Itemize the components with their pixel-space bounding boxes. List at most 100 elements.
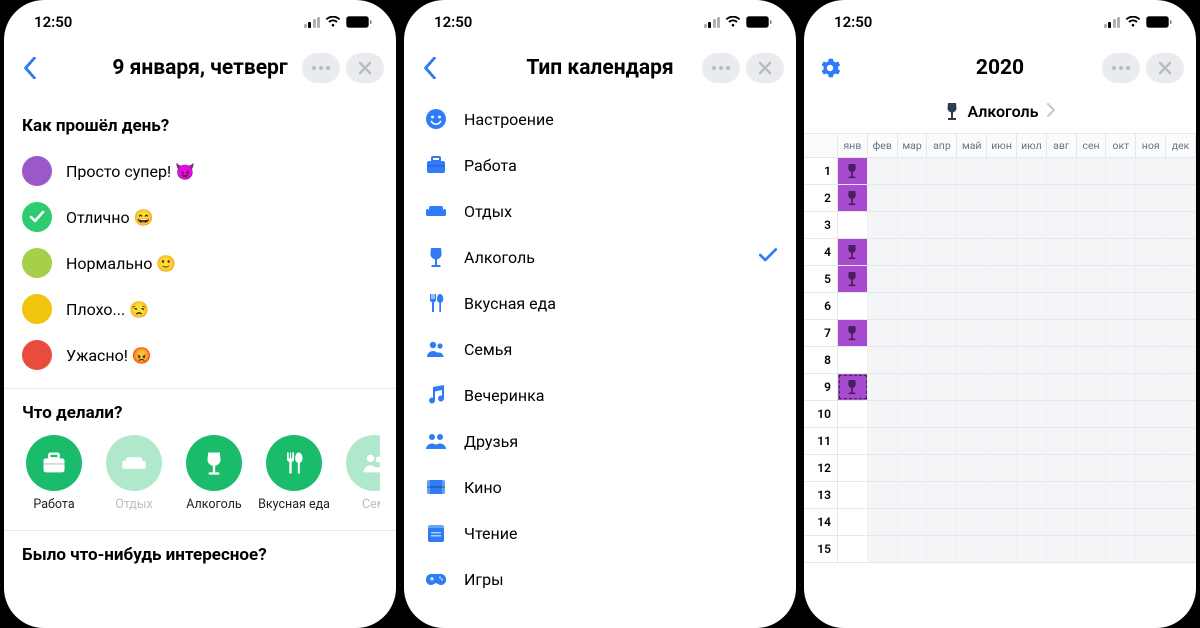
category-row[interactable]: Семья — [420, 326, 780, 372]
category-row[interactable]: Игры — [420, 556, 780, 602]
activity-item[interactable]: Отдых — [100, 435, 168, 512]
grid-cell[interactable] — [957, 509, 987, 535]
more-button[interactable] — [302, 53, 340, 83]
grid-cell[interactable] — [957, 239, 987, 265]
grid-cell[interactable] — [1106, 401, 1136, 427]
mood-option[interactable]: Ужасно! 😡 — [20, 332, 380, 378]
grid-cell[interactable] — [1136, 212, 1166, 238]
category-row[interactable]: Алкоголь — [420, 234, 780, 280]
grid-cell[interactable] — [838, 293, 868, 319]
grid-cell[interactable] — [868, 185, 898, 211]
category-row[interactable]: Вкусная еда — [420, 280, 780, 326]
grid-cell[interactable] — [927, 239, 957, 265]
grid-cell[interactable] — [1136, 239, 1166, 265]
grid-cell[interactable] — [838, 482, 868, 508]
grid-cell[interactable] — [1166, 401, 1196, 427]
grid-cell[interactable] — [1136, 509, 1166, 535]
grid-cell[interactable] — [927, 428, 957, 454]
grid-cell[interactable] — [1077, 509, 1107, 535]
grid-cell[interactable] — [1077, 158, 1107, 184]
grid-cell[interactable] — [987, 536, 1017, 562]
grid-cell[interactable] — [898, 428, 928, 454]
grid-cell[interactable] — [898, 401, 928, 427]
grid-cell[interactable] — [987, 509, 1017, 535]
grid-cell[interactable] — [1077, 347, 1107, 373]
grid-cell[interactable] — [1017, 158, 1047, 184]
grid-cell[interactable] — [987, 428, 1017, 454]
grid-cell[interactable] — [1136, 536, 1166, 562]
grid-cell[interactable] — [927, 347, 957, 373]
grid-cell[interactable] — [1017, 293, 1047, 319]
activity-item[interactable]: Алкоголь — [180, 435, 248, 512]
grid-cell[interactable] — [898, 158, 928, 184]
grid-cell[interactable] — [1077, 374, 1107, 400]
grid-cell[interactable] — [1166, 428, 1196, 454]
grid-cell[interactable] — [987, 266, 1017, 292]
grid-cell[interactable] — [1077, 320, 1107, 346]
grid-cell[interactable] — [1077, 482, 1107, 508]
grid-cell[interactable] — [987, 293, 1017, 319]
grid-cell[interactable] — [898, 239, 928, 265]
grid-cell[interactable] — [1106, 374, 1136, 400]
grid-cell[interactable] — [1047, 482, 1077, 508]
mood-option[interactable]: Нормально 🙂 — [20, 240, 380, 286]
grid-cell[interactable] — [1047, 455, 1077, 481]
grid-cell[interactable] — [957, 428, 987, 454]
grid-cell[interactable] — [957, 536, 987, 562]
category-row[interactable]: Друзья — [420, 418, 780, 464]
grid-cell[interactable] — [1017, 212, 1047, 238]
grid-cell[interactable] — [987, 455, 1017, 481]
grid-cell[interactable] — [1077, 212, 1107, 238]
grid-cell[interactable] — [868, 212, 898, 238]
category-row[interactable]: Кино — [420, 464, 780, 510]
grid-cell[interactable] — [898, 482, 928, 508]
grid-cell[interactable] — [898, 212, 928, 238]
grid-cell[interactable] — [1017, 482, 1047, 508]
grid-cell[interactable] — [957, 374, 987, 400]
grid-cell[interactable] — [927, 401, 957, 427]
close-button[interactable] — [1146, 53, 1184, 83]
grid-cell[interactable] — [927, 536, 957, 562]
grid-cell[interactable] — [1166, 347, 1196, 373]
grid-cell[interactable] — [1017, 536, 1047, 562]
grid-cell[interactable] — [1047, 266, 1077, 292]
grid-cell[interactable] — [987, 158, 1017, 184]
grid-cell[interactable] — [927, 212, 957, 238]
grid-cell[interactable] — [898, 320, 928, 346]
grid-cell[interactable] — [1136, 428, 1166, 454]
grid-cell[interactable] — [927, 185, 957, 211]
grid-cell[interactable] — [1077, 266, 1107, 292]
grid-cell[interactable] — [1136, 374, 1166, 400]
grid-cell[interactable] — [1166, 239, 1196, 265]
category-row[interactable]: Отдых — [420, 188, 780, 234]
grid-cell[interactable] — [1017, 266, 1047, 292]
activity-strip[interactable]: РаботаОтдыхАлкогольВкусная едаСем — [20, 435, 380, 512]
grid-cell[interactable] — [898, 536, 928, 562]
grid-cell[interactable] — [1166, 455, 1196, 481]
grid-cell[interactable] — [1166, 536, 1196, 562]
grid-cell[interactable] — [927, 266, 957, 292]
grid-cell[interactable] — [838, 266, 868, 292]
grid-cell[interactable] — [1136, 266, 1166, 292]
grid-cell[interactable] — [957, 185, 987, 211]
grid-cell[interactable] — [1017, 239, 1047, 265]
grid-cell[interactable] — [1047, 158, 1077, 184]
grid-cell[interactable] — [868, 536, 898, 562]
grid-cell[interactable] — [898, 266, 928, 292]
more-button[interactable] — [702, 53, 740, 83]
grid-cell[interactable] — [1166, 374, 1196, 400]
grid-cell[interactable] — [1077, 185, 1107, 211]
grid-cell[interactable] — [1106, 212, 1136, 238]
grid-cell[interactable] — [1166, 212, 1196, 238]
grid-cell[interactable] — [987, 482, 1017, 508]
grid-cell[interactable] — [1047, 374, 1077, 400]
grid-cell[interactable] — [1017, 185, 1047, 211]
grid-cell[interactable] — [987, 239, 1017, 265]
grid-cell[interactable] — [1136, 347, 1166, 373]
grid-cell[interactable] — [1136, 482, 1166, 508]
grid-cell[interactable] — [898, 185, 928, 211]
grid-cell[interactable] — [838, 509, 868, 535]
grid-cell[interactable] — [1106, 266, 1136, 292]
grid-cell[interactable] — [898, 374, 928, 400]
close-button[interactable] — [346, 53, 384, 83]
